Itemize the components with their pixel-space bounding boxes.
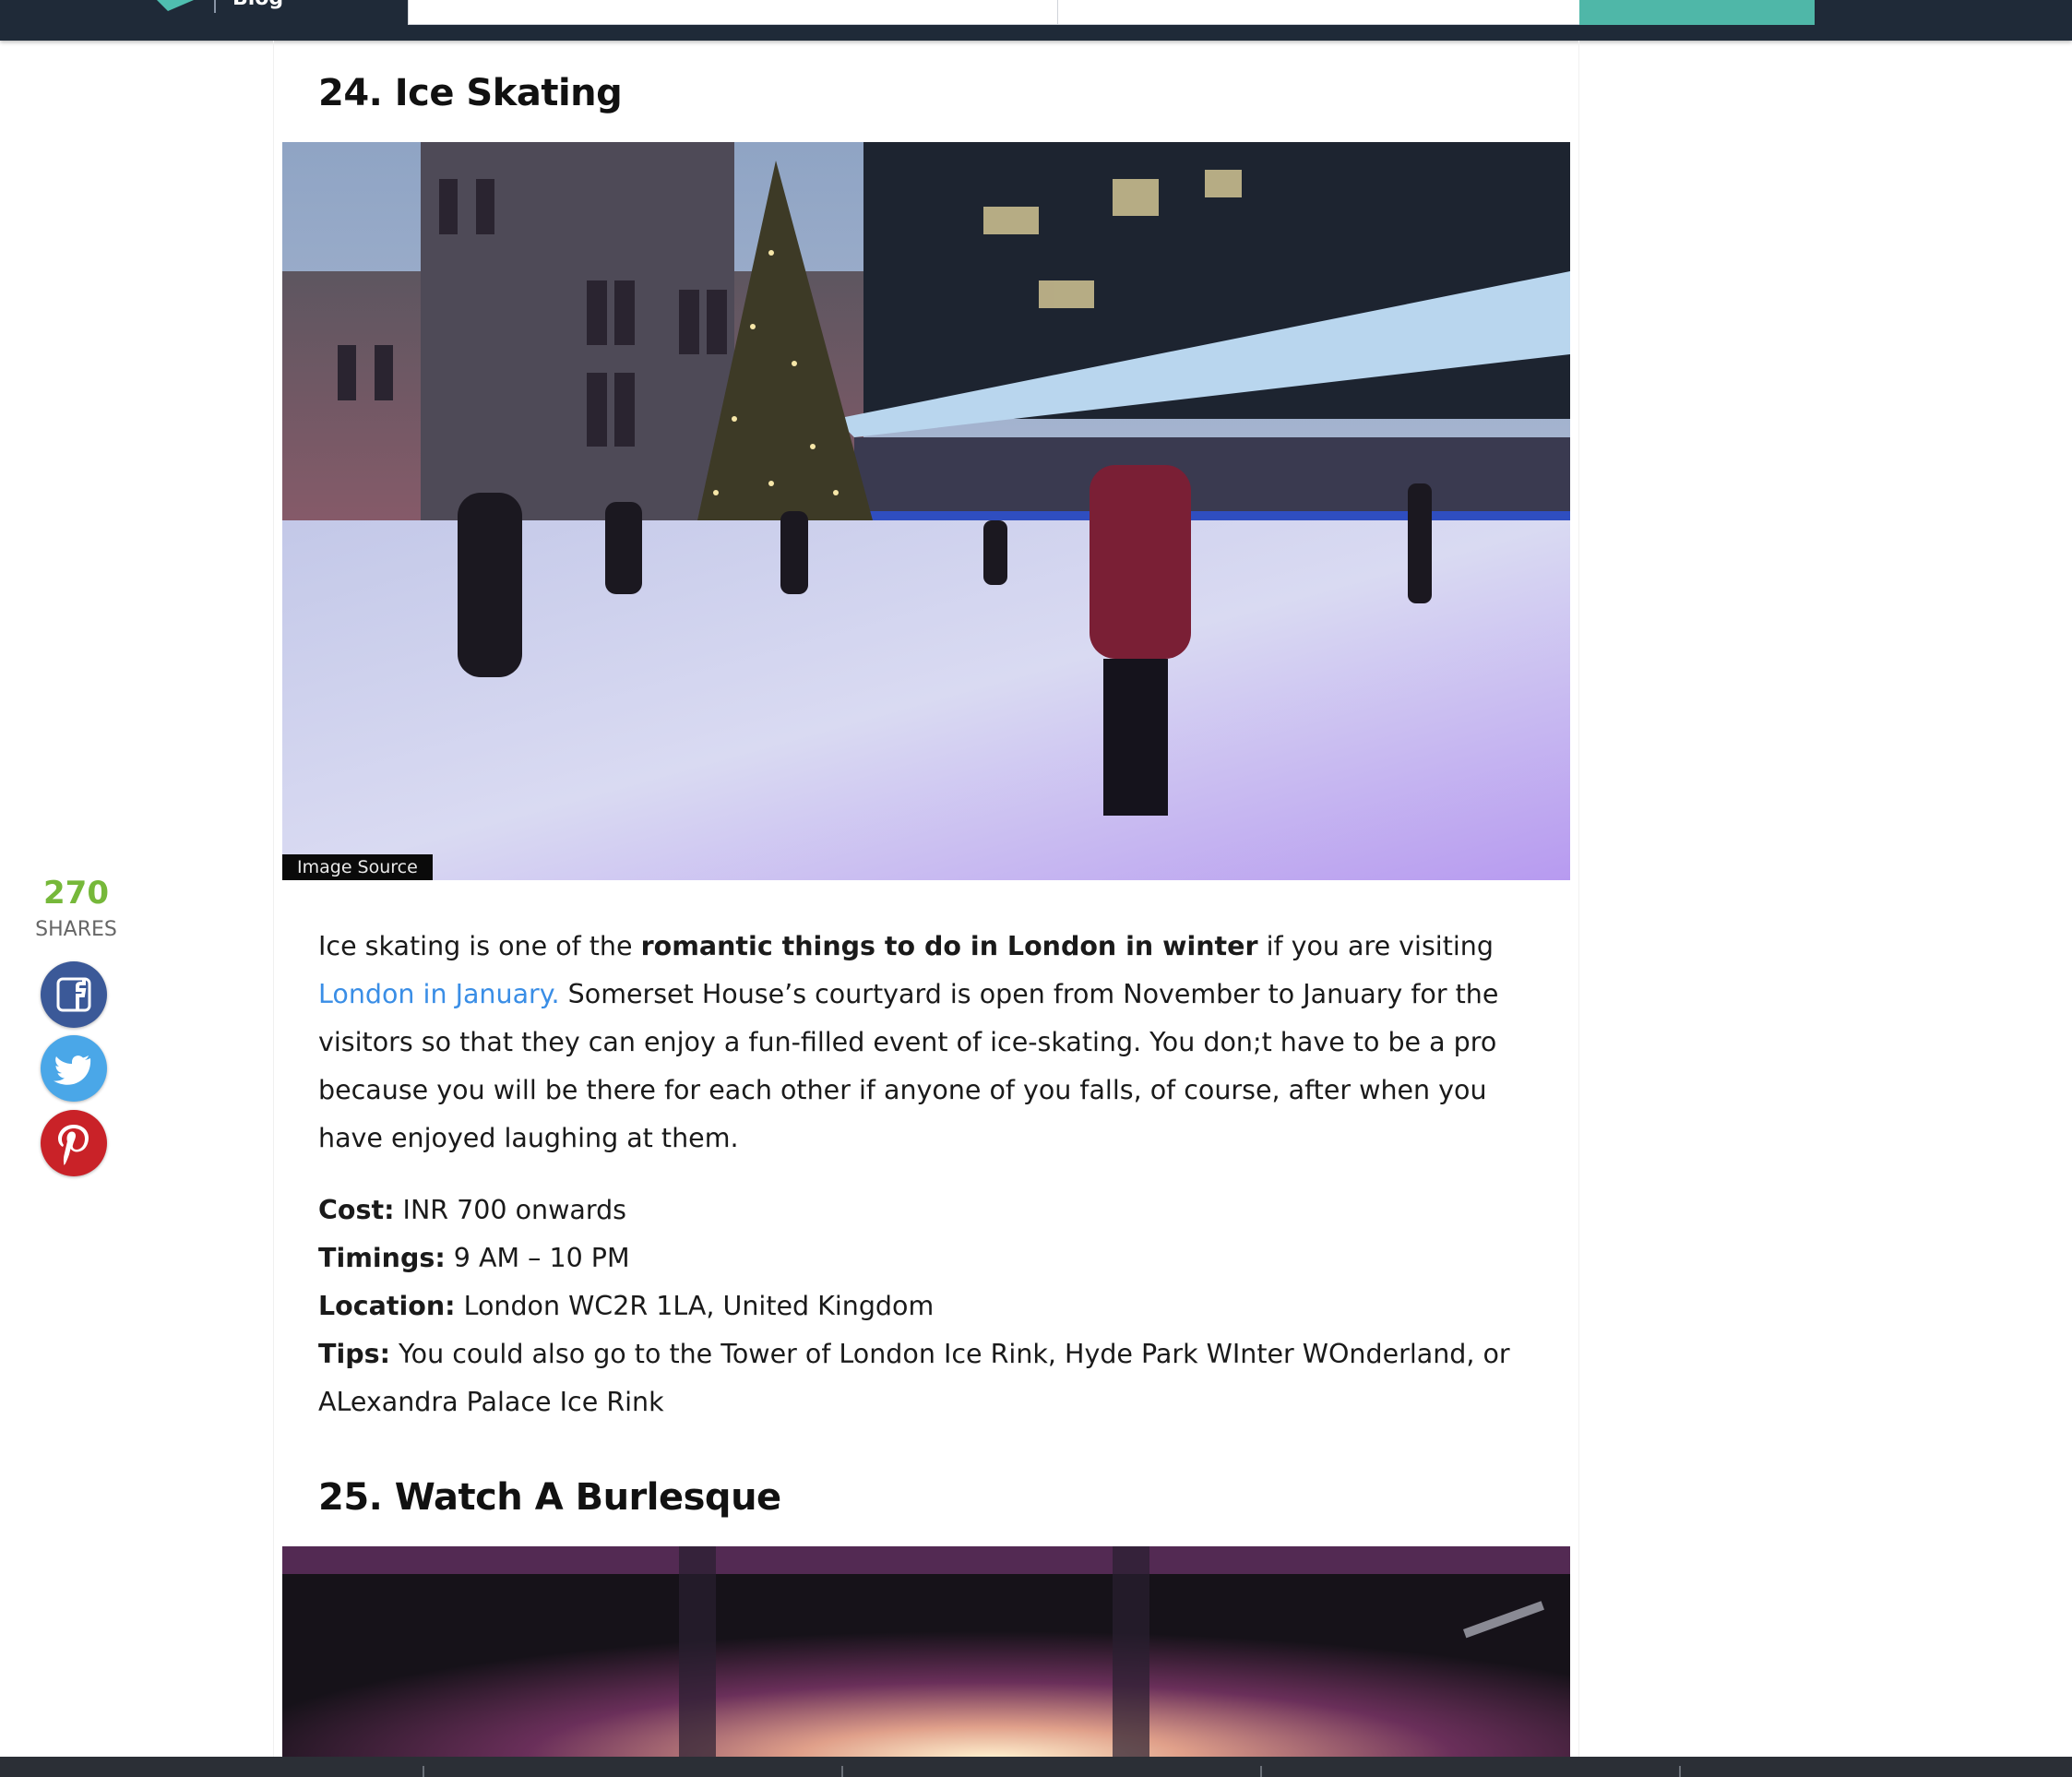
twitter-share-button[interactable] (41, 1035, 107, 1102)
london-in-january-link[interactable]: London in January. (318, 979, 560, 1009)
section-paragraph: Ice skating is one of the romantic thing… (318, 923, 1545, 1163)
share-count: 270 (43, 875, 109, 912)
image-source-link[interactable]: Image Source (282, 854, 433, 880)
logo-icon[interactable] (157, 0, 194, 11)
para-text: Ice skating is one of the (318, 931, 641, 961)
detail-label: Cost: (318, 1195, 395, 1225)
pinterest-share-button[interactable] (41, 1110, 107, 1176)
burlesque-image (282, 1546, 1570, 1759)
detail-location: Location: London WC2R 1LA, United Kingdo… (318, 1282, 1545, 1330)
blog-link[interactable]: Blog (232, 0, 283, 10)
detail-tips: Tips: You could also go to the Tower of … (318, 1330, 1545, 1426)
location-input[interactable] (1057, 0, 1581, 25)
detail-timings: Timings: 9 AM – 10 PM (318, 1234, 1545, 1282)
para-bold-text: romantic things to do in London in winte… (640, 931, 1258, 961)
detail-value: 9 AM – 10 PM (445, 1243, 630, 1273)
facebook-share-button[interactable] (41, 961, 107, 1028)
section-heading-burlesque: 25. Watch A Burlesque (318, 1476, 781, 1519)
logo-divider (214, 0, 216, 13)
detail-label: Tips: (318, 1339, 390, 1369)
pinterest-icon (58, 1125, 89, 1165)
bottom-bar-separator (841, 1766, 843, 1777)
search-input[interactable] (408, 0, 1059, 25)
detail-value: You could also go to the Tower of London… (318, 1339, 1510, 1417)
detail-label: Location: (318, 1291, 456, 1321)
section-heading-ice-skating: 24. Ice Skating (318, 72, 623, 114)
bottom-bar-separator (1679, 1766, 1681, 1777)
bottom-bar (0, 1757, 2072, 1777)
detail-label: Timings: (318, 1243, 446, 1273)
share-label: SHARES (35, 918, 117, 941)
ice-skating-image (282, 142, 1570, 880)
bottom-bar-separator (1260, 1766, 1262, 1777)
detail-value: INR 700 onwards (394, 1195, 627, 1225)
facebook-icon (56, 977, 91, 1012)
twitter-icon (54, 1055, 91, 1085)
para-text: if you are visiting (1257, 931, 1494, 961)
top-navigation-bar: Blog (0, 0, 2072, 41)
bottom-bar-separator (423, 1766, 424, 1777)
search-button[interactable] (1579, 0, 1815, 25)
detail-cost: Cost: INR 700 onwards (318, 1187, 1545, 1234)
detail-value: London WC2R 1LA, United Kingdom (455, 1291, 935, 1321)
